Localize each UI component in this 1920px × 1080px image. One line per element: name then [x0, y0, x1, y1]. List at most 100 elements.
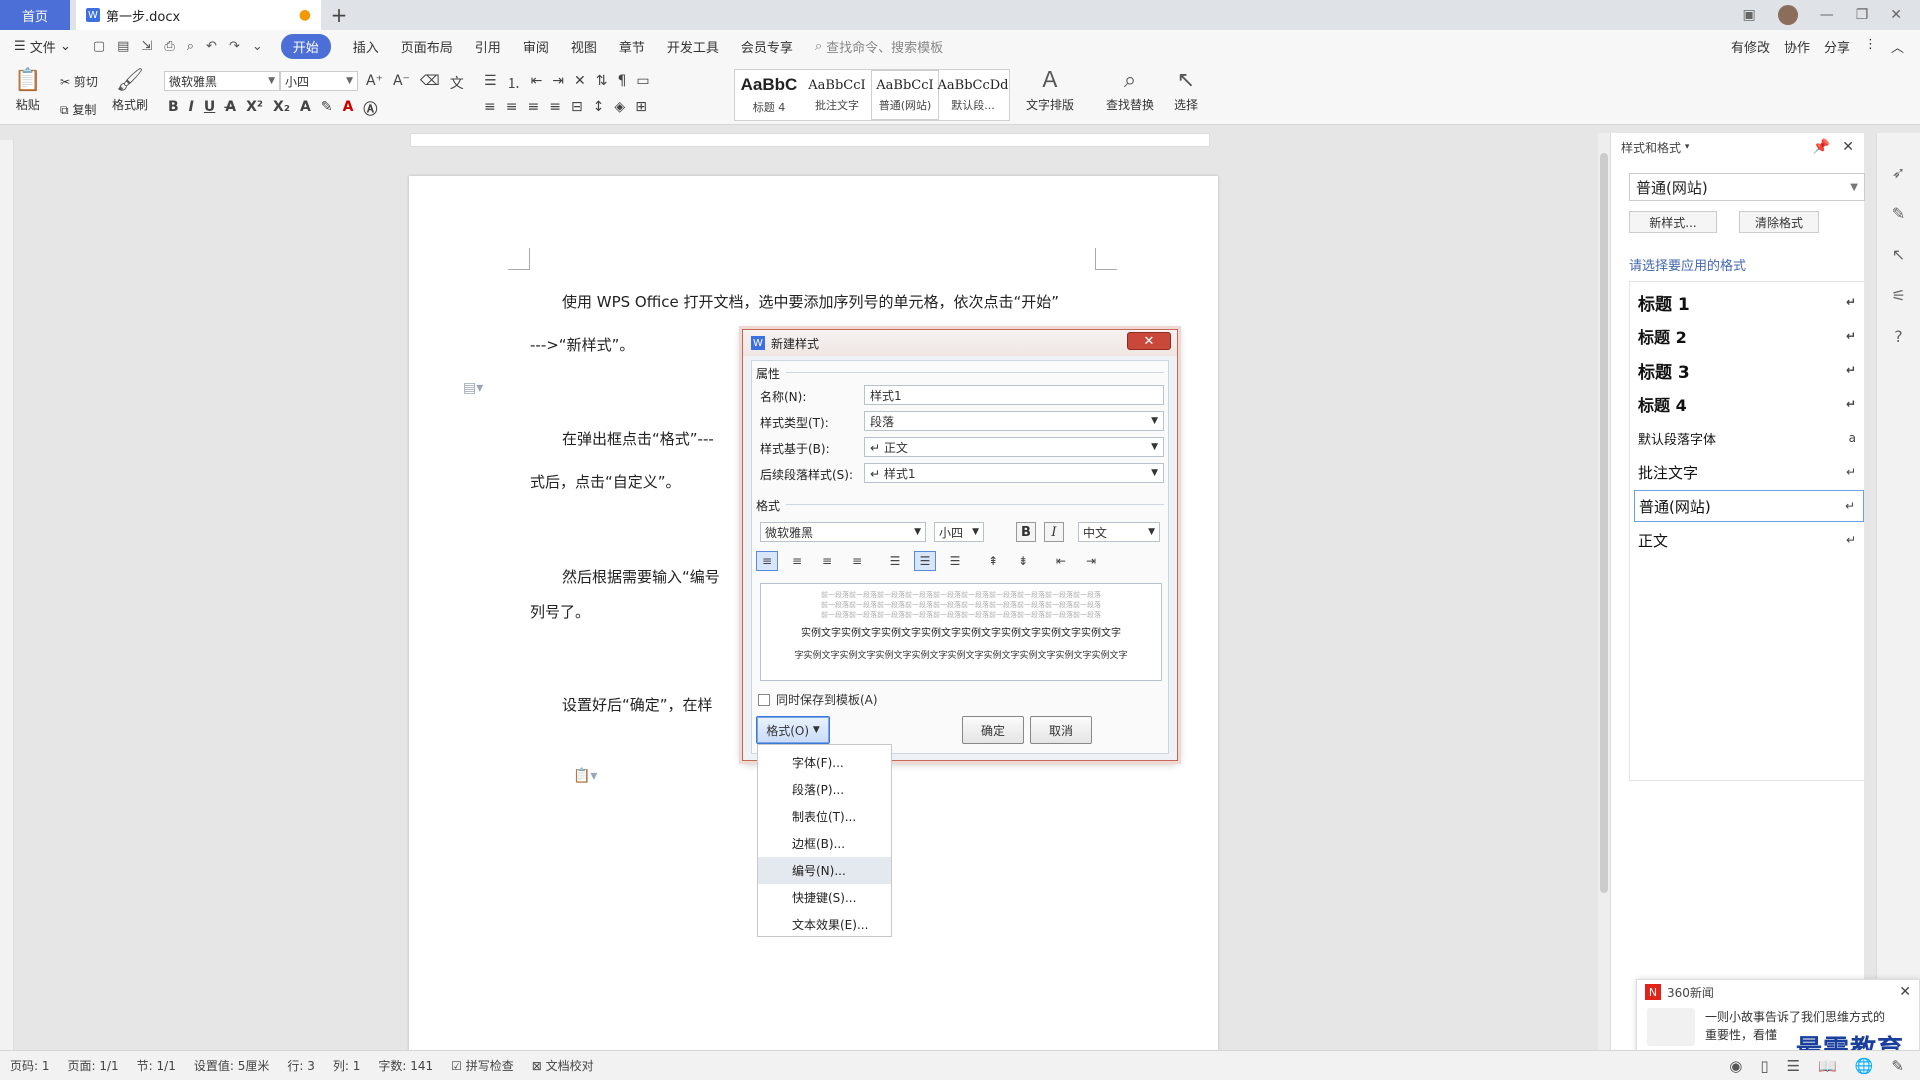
- menu-item-text-effect[interactable]: 文本效果(E)...: [758, 911, 891, 938]
- share-button[interactable]: 分享: [1824, 37, 1850, 56]
- status-word-count[interactable]: 字数: 141: [378, 1057, 433, 1074]
- style-type-select[interactable]: 段落 ▼: [864, 411, 1164, 431]
- decrease-indent-icon[interactable]: ⇤: [531, 73, 543, 93]
- italic-icon[interactable]: I: [189, 99, 194, 119]
- format-dropdown-button[interactable]: 格式(O) ▼: [756, 716, 830, 744]
- vertical-ruler[interactable]: [0, 140, 14, 1050]
- tab-page-layout[interactable]: 页面布局: [401, 37, 453, 56]
- redo-icon[interactable]: ↷: [229, 39, 240, 54]
- avatar[interactable]: [1777, 5, 1798, 25]
- align-center-icon[interactable]: ≡: [786, 551, 808, 571]
- space-after-icon[interactable]: ⇟: [1012, 551, 1034, 571]
- rocket-icon[interactable]: ➶: [1892, 163, 1905, 182]
- help-icon[interactable]: ?: [1894, 327, 1903, 346]
- status-pages[interactable]: 页面: 1/1: [68, 1057, 119, 1074]
- find-replace-button[interactable]: ⌕ 查找替换: [1106, 69, 1154, 113]
- eye-protection-icon[interactable]: ◉: [1729, 1057, 1742, 1075]
- horizontal-ruler[interactable]: [410, 133, 1210, 147]
- table-icon[interactable]: ▭: [636, 73, 649, 93]
- menu-item-numbering[interactable]: 编号(N)...: [758, 857, 891, 884]
- cursor-icon[interactable]: ↖: [1892, 245, 1905, 264]
- dialog-close-button[interactable]: ✕: [1127, 332, 1171, 350]
- save-to-template-checkbox[interactable]: 同时保存到模板(A): [758, 691, 878, 708]
- highlight-icon[interactable]: ✎: [321, 99, 333, 119]
- select-button[interactable]: ↖ 选择: [1174, 69, 1198, 113]
- paragraph-menu-icon[interactable]: ▤▾: [463, 380, 483, 396]
- list-item[interactable]: 标题 4 ↵: [1634, 388, 1864, 420]
- pen-icon[interactable]: ✎: [1892, 204, 1905, 223]
- minimize-button[interactable]: —: [1820, 7, 1834, 23]
- tab-developer[interactable]: 开发工具: [667, 37, 719, 56]
- align-right-icon[interactable]: ≡: [816, 551, 838, 571]
- line-spacing-icon[interactable]: ↕: [593, 99, 605, 115]
- new-style-button[interactable]: 新样式...: [1629, 211, 1717, 233]
- export-icon[interactable]: ⇲: [141, 39, 152, 54]
- text-effect-icon[interactable]: A: [300, 99, 311, 119]
- tab-home[interactable]: 开始: [280, 34, 331, 59]
- home-tab[interactable]: 首页: [0, 0, 70, 30]
- list-item[interactable]: 标题 3 ↵: [1634, 354, 1864, 386]
- dialog-font-select[interactable]: 微软雅黑 ▼: [760, 522, 926, 542]
- bold-icon[interactable]: B: [168, 99, 179, 119]
- char-border-icon[interactable]: Ⓐ: [363, 99, 377, 119]
- decrease-indent-icon[interactable]: ⇤: [1050, 551, 1072, 571]
- align-center-icon[interactable]: ≡: [506, 99, 518, 115]
- document-tab[interactable]: W 第一步.docx ●: [76, 0, 321, 30]
- copy-button[interactable]: ⧉ 复制: [60, 101, 96, 118]
- write-view-icon[interactable]: ✎: [1891, 1057, 1904, 1075]
- close-icon[interactable]: ✕: [1899, 984, 1911, 1000]
- superscript-icon[interactable]: X²: [246, 99, 263, 119]
- command-search[interactable]: ⌕ 查找命令、搜索模板: [815, 37, 943, 56]
- style-name-input[interactable]: 样式1: [864, 385, 1164, 405]
- reading-view-icon[interactable]: 📖: [1818, 1057, 1837, 1075]
- undo-icon[interactable]: ↶: [206, 39, 217, 54]
- styles-panel-title[interactable]: 样式和格式: [1621, 139, 1681, 156]
- clear-format-icon[interactable]: ⌫: [420, 73, 440, 93]
- style-default-para[interactable]: AaBbCcDd 默认段...: [938, 70, 1009, 120]
- style-normal-web[interactable]: AaBbCcI 普通(网站): [871, 70, 939, 120]
- sliders-icon[interactable]: ⚟: [1891, 286, 1905, 305]
- chinese-layout-icon[interactable]: ✕: [574, 73, 586, 93]
- menu-item-borders[interactable]: 边框(B)...: [758, 830, 891, 857]
- increase-indent-icon[interactable]: ⇥: [552, 73, 564, 93]
- changes-button[interactable]: 有修改: [1731, 37, 1770, 56]
- dialog-size-select[interactable]: 小四 ▼: [934, 522, 984, 542]
- tab-member[interactable]: 会员专享: [741, 37, 793, 56]
- cancel-button[interactable]: 取消: [1030, 716, 1092, 744]
- text-layout-button[interactable]: Ａ 文字排版: [1026, 69, 1074, 113]
- strikethrough-icon[interactable]: A̶: [225, 99, 236, 119]
- tab-chapter[interactable]: 章节: [619, 37, 645, 56]
- cut-button[interactable]: ✂ 剪切: [60, 73, 98, 90]
- subscript-icon[interactable]: X₂: [273, 99, 290, 119]
- style-comment-text[interactable]: AaBbCcI 批注文字: [803, 70, 871, 120]
- news-headline[interactable]: 一则小故事告诉了我们思维方式的: [1705, 1008, 1885, 1026]
- font-size-select[interactable]: 小四 ▼: [280, 71, 358, 91]
- show-marks-icon[interactable]: ¶: [618, 73, 627, 93]
- numbered-list-icon[interactable]: ⒈: [507, 73, 521, 93]
- proofread-button[interactable]: ⊠ 文档校对: [532, 1057, 594, 1074]
- shrink-font-icon[interactable]: A⁻: [393, 73, 410, 93]
- dialog-language-select[interactable]: 中文 ▼: [1078, 522, 1160, 542]
- print-icon[interactable]: ⎙: [164, 39, 174, 54]
- align-right-icon[interactable]: ≡: [527, 99, 539, 115]
- tab-review[interactable]: 审阅: [523, 37, 549, 56]
- close-window-button[interactable]: ✕: [1890, 7, 1902, 23]
- onehalf-spacing-icon[interactable]: ☰: [914, 551, 936, 571]
- borders-icon[interactable]: ⊞: [635, 99, 647, 115]
- list-item[interactable]: 默认段落字体 a: [1634, 422, 1864, 454]
- customize-icon[interactable]: ⌄: [252, 39, 263, 54]
- shading-icon[interactable]: ◈: [614, 99, 625, 115]
- status-row[interactable]: 行: 3: [287, 1057, 315, 1074]
- format-painter-button[interactable]: 🖌 格式刷: [112, 69, 148, 113]
- align-left-icon[interactable]: ≡: [484, 99, 496, 115]
- news-thumbnail[interactable]: [1647, 1008, 1695, 1046]
- list-item[interactable]: 普通(网站) ↵: [1634, 490, 1864, 522]
- collapse-ribbon-icon[interactable]: ︿: [1891, 37, 1904, 56]
- distribute-icon[interactable]: ⊟: [571, 99, 583, 115]
- current-style-select[interactable]: 普通(网站) ▼: [1629, 173, 1865, 201]
- outline-view-icon[interactable]: ☰: [1787, 1057, 1800, 1075]
- ok-button[interactable]: 确定: [962, 716, 1024, 744]
- file-menu[interactable]: ☰ 文件 ⌄: [14, 37, 71, 56]
- justify-icon[interactable]: ≡: [846, 551, 868, 571]
- clear-format-button[interactable]: 清除格式: [1739, 211, 1819, 233]
